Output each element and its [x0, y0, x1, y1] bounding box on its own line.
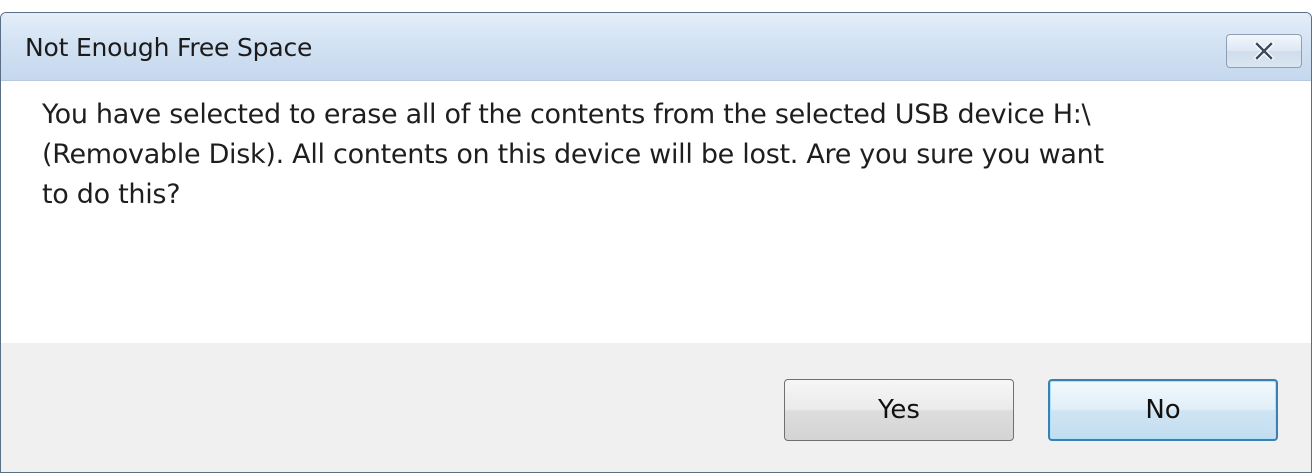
- title-bar: Not Enough Free Space: [1, 13, 1311, 81]
- close-button[interactable]: [1226, 34, 1302, 68]
- close-x-icon: [1254, 42, 1274, 60]
- button-bar: Yes No: [1, 343, 1311, 472]
- dialog-title: Not Enough Free Space: [25, 33, 313, 62]
- no-button[interactable]: No: [1048, 379, 1278, 441]
- confirm-dialog: Not Enough Free Space You have selected …: [0, 12, 1312, 473]
- dialog-message: You have selected to erase all of the co…: [42, 99, 1104, 210]
- yes-button[interactable]: Yes: [784, 379, 1014, 441]
